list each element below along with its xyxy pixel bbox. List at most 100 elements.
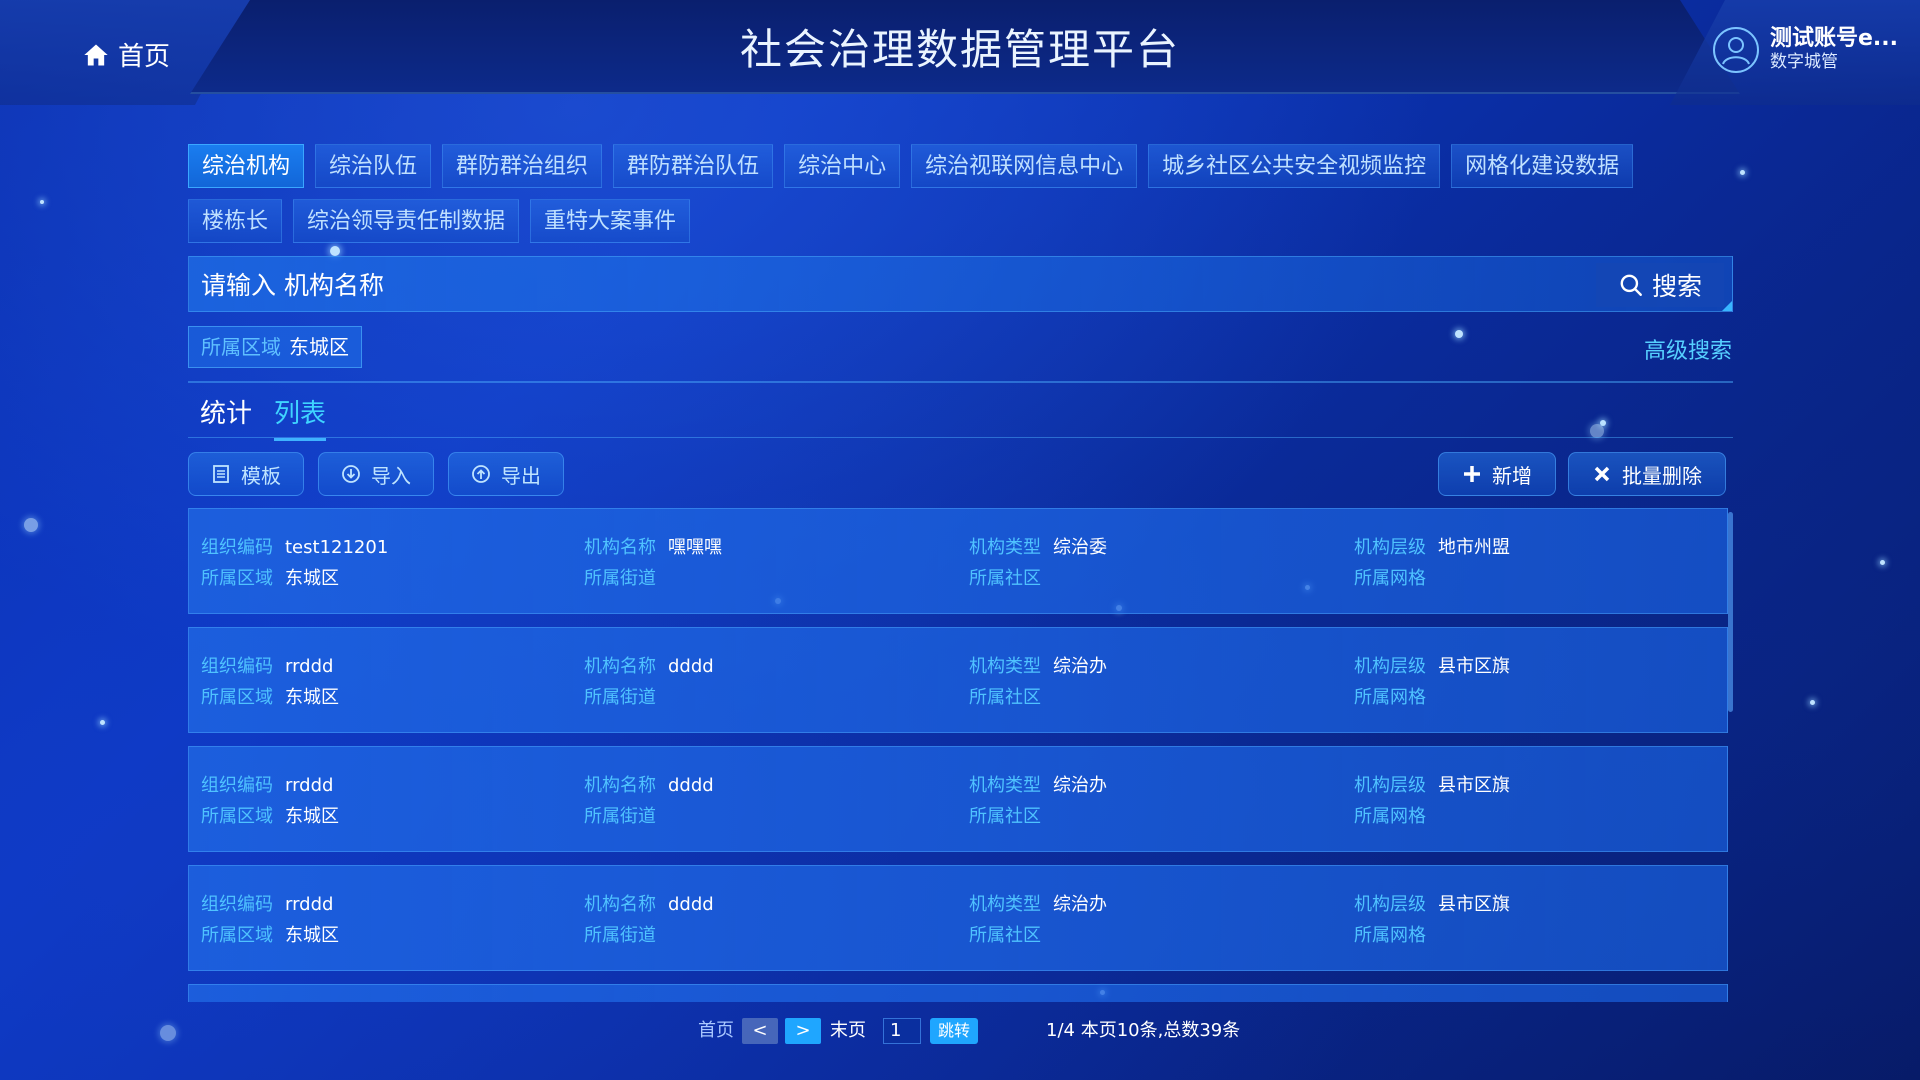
export-label: 导出	[501, 463, 541, 488]
field-value: 地市州盟	[1438, 537, 1510, 558]
field-label: 所属街道	[584, 806, 656, 827]
template-button[interactable]: 模板	[188, 452, 304, 496]
batch-delete-button[interactable]: 批量删除	[1568, 452, 1726, 496]
tab-category[interactable]: 群防群治组织	[442, 144, 603, 188]
field-street: 所属街道	[584, 564, 668, 590]
field-value: dddd	[668, 894, 714, 915]
field-code: 组织编码 rrddd	[201, 652, 333, 678]
field-type: 机构类型 综治办	[969, 890, 1107, 916]
field-value: 综治委	[1053, 537, 1107, 558]
tab-stats[interactable]: 统计	[200, 393, 252, 441]
field-code: 组织编码 rrddd	[201, 890, 333, 916]
tab-category[interactable]: 综治视联网信息中心	[911, 144, 1138, 188]
field-grid: 所属网格	[1354, 921, 1438, 947]
add-button[interactable]: 新增	[1438, 452, 1556, 496]
filter-value: 东城区	[289, 335, 349, 359]
import-button[interactable]: 导入	[318, 452, 434, 496]
field-value: 综治办	[1053, 894, 1107, 915]
tab-category[interactable]: 楼栋长	[188, 199, 283, 243]
tab-category[interactable]: 城乡社区公共安全视频监控	[1148, 144, 1441, 188]
search-bar: 搜索	[188, 256, 1733, 313]
field-value: 综治办	[1053, 775, 1107, 796]
search-corner-decoration	[1722, 301, 1732, 311]
field-name: 机构名称 dddd	[584, 771, 714, 797]
field-level: 机构层级 县市区旗	[1354, 652, 1510, 678]
field-label: 组织编码	[201, 656, 273, 677]
region-filter-chip[interactable]: 所属区域 东城区	[188, 326, 362, 368]
tab-category[interactable]: 群防群治队伍	[613, 144, 774, 188]
add-label: 新增	[1492, 463, 1532, 488]
export-button[interactable]: 导出	[448, 452, 564, 496]
record-card[interactable]: 组织编码 test121201 机构名称 嘿嘿嘿 机构类型 综治委 机构层级 地市州盟 所属区域…	[188, 508, 1728, 614]
filter-key: 所属区域	[201, 335, 281, 359]
record-list: 组织编码 test121201 机构名称 嘿嘿嘿 机构类型 综治委 机构层级 地市州盟 所属区域…	[188, 508, 1733, 1002]
search-button-label: 搜索	[1651, 272, 1702, 301]
field-label: 所属社区	[969, 925, 1041, 946]
field-label: 所属区域	[201, 925, 273, 946]
tab-list[interactable]: 列表	[274, 393, 327, 441]
record-card[interactable]: 组织编码 rrddd 机构名称 dddd 机构类型 综治办 机构层级 县市区旗 所属区域 东城区所…	[188, 865, 1728, 971]
first-page-button[interactable]: 首页	[698, 1018, 734, 1044]
tab-category[interactable]: 重特大案事件	[530, 199, 691, 243]
field-grid: 所属网格	[1354, 683, 1438, 709]
field-label: 所属网格	[1354, 806, 1426, 827]
field-community: 所属社区	[969, 802, 1053, 828]
next-page-button[interactable]: >	[785, 1018, 821, 1044]
record-card[interactable]: 组织编码 rrddd 机构名称 dddd 机构类型 综治办 机构层级 县市区旗所属区域 东城区 所…	[188, 627, 1728, 733]
upload-circle-icon	[472, 465, 490, 483]
user-department: 数字城管	[1770, 52, 1838, 72]
app-title: 社会治理数据管理平台	[739, 25, 1180, 74]
field-value: 综治办	[1053, 656, 1107, 677]
field-label: 机构名称	[584, 775, 656, 796]
divider-top	[188, 381, 1733, 383]
category-tabs: 综治机构 综治队伍 群防群治组织 群防群治队伍 综治中心 综治视联网信息中心 城乡社区公共安…	[188, 144, 1733, 254]
template-label: 模板	[241, 463, 281, 488]
field-label: 机构层级	[1354, 537, 1426, 558]
field-label: 机构类型	[969, 537, 1041, 558]
field-label: 组织编码	[201, 894, 273, 915]
tab-category[interactable]: 综治领导责任制数据	[293, 199, 520, 243]
field-label: 机构类型	[969, 894, 1041, 915]
advanced-search-link[interactable]: 高级搜索	[1644, 333, 1732, 365]
tab-category[interactable]: 网格化建设数据	[1451, 144, 1634, 188]
field-region: 所属区域 东城区	[201, 802, 339, 828]
field-label: 所属网格	[1354, 925, 1426, 946]
field-value: rrddd	[285, 656, 334, 677]
field-label: 机构类型	[969, 656, 1041, 677]
field-value: dddd	[668, 656, 714, 677]
field-region: 所属区域 东城区	[201, 921, 339, 947]
field-label: 所属街道	[584, 568, 656, 589]
field-label: 所属街道	[584, 687, 656, 708]
field-level: 机构层级 县市区旗	[1354, 890, 1510, 916]
tab-category[interactable]: 综治机构	[188, 144, 305, 188]
last-page-button[interactable]: 末页	[830, 1018, 866, 1044]
field-value: dddd	[668, 775, 714, 796]
record-card[interactable]: 组织编码 rrddd 机构名称 dddd 机构类型 综治办 机构层级 县市区旗 所属区域 东城区所…	[188, 746, 1728, 852]
search-button[interactable]: 搜索	[1596, 263, 1724, 307]
field-label: 组织编码	[201, 537, 273, 558]
field-label: 所属网格	[1354, 687, 1426, 708]
field-label: 所属网格	[1354, 568, 1426, 589]
field-community: 所属社区	[969, 564, 1053, 590]
prev-page-button[interactable]: <	[742, 1018, 778, 1044]
field-label: 机构层级	[1354, 656, 1426, 677]
field-value: 嘿嘿嘿	[668, 537, 722, 558]
record-card[interactable]	[188, 984, 1728, 1002]
field-label: 所属社区	[969, 568, 1041, 589]
list-scrollbar[interactable]	[1728, 512, 1733, 712]
import-label: 导入	[371, 463, 411, 488]
tab-category[interactable]: 综治中心	[784, 144, 901, 188]
field-label: 所属社区	[969, 687, 1041, 708]
tab-category[interactable]: 综治队伍	[315, 144, 432, 188]
jump-button[interactable]: 跳转	[930, 1018, 978, 1044]
search-input[interactable]	[189, 257, 1553, 313]
field-name: 机构名称 dddd	[584, 890, 714, 916]
field-value: rrddd	[285, 775, 334, 796]
field-region: 所属区域 东城区	[201, 683, 339, 709]
field-label: 机构名称	[584, 656, 656, 677]
page-number-input[interactable]	[883, 1018, 921, 1044]
user-menu[interactable]: 测试账号e... 数字城管	[1712, 26, 1898, 74]
field-value: 东城区	[285, 687, 339, 708]
field-name: 机构名称 嘿嘿嘿	[584, 533, 722, 559]
field-value: 县市区旗	[1438, 775, 1510, 796]
